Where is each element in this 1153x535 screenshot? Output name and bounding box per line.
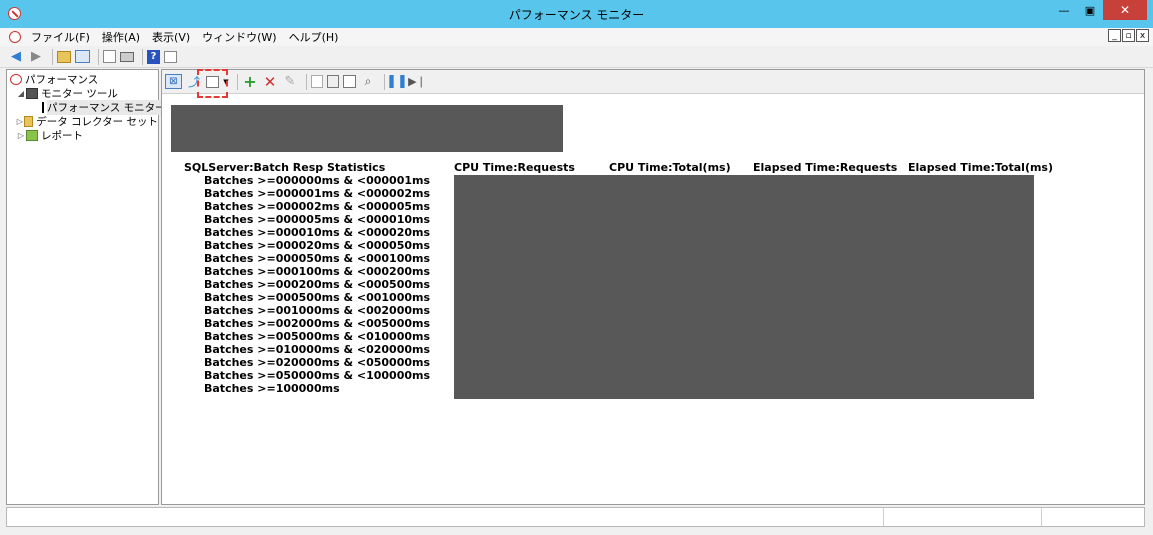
- toolbar-separator: [142, 48, 143, 65]
- monitor-tools-icon: [26, 87, 38, 99]
- instance-row[interactable]: Batches >=000050ms & <000100ms: [204, 252, 430, 265]
- menu-action[interactable]: 操作(A): [96, 29, 146, 45]
- tree-item-performance[interactable]: パフォーマンス: [7, 72, 158, 86]
- instance-row[interactable]: Batches >=000200ms & <000500ms: [204, 278, 430, 291]
- up-folder-icon[interactable]: [57, 50, 71, 63]
- window-title: パフォーマンス モニター: [508, 8, 645, 22]
- properties-icon[interactable]: [343, 75, 356, 88]
- copy-properties-icon[interactable]: [311, 75, 323, 88]
- paste-counter-list-icon[interactable]: [327, 75, 339, 88]
- performance-monitor-pane: ⊠ ⤴ ▼ + ✕ ✎ ⌕ ❚❚ ▶❘ SQLServer:Batch Resp…: [161, 69, 1145, 505]
- status-divider: [1041, 508, 1042, 526]
- properties-icon[interactable]: [103, 50, 116, 63]
- toolbar-separator: [237, 73, 238, 90]
- instance-row[interactable]: Batches >=000500ms & <001000ms: [204, 291, 430, 304]
- export-list-icon[interactable]: [120, 51, 134, 62]
- tree-item-label: レポート: [41, 129, 83, 142]
- child-close-button[interactable]: x: [1136, 29, 1149, 42]
- tree-item-reports[interactable]: ▷ レポート: [7, 128, 158, 142]
- instance-row[interactable]: Batches >=000005ms & <000010ms: [204, 213, 430, 226]
- monitor-toolbar: ⊠ ⤴ ▼ + ✕ ✎ ⌕ ❚❚ ▶❘: [162, 69, 1144, 98]
- view-current-activity-icon[interactable]: ⊠: [165, 74, 182, 89]
- window-controls: — ▣ ✕: [1051, 0, 1147, 21]
- tree-item-label: パフォーマンス モニター: [47, 99, 166, 115]
- expand-arrow-icon[interactable]: ▷: [16, 131, 26, 140]
- menu-window[interactable]: ウィンドウ(W): [196, 29, 282, 45]
- column-header-elapsed-requests: Elapsed Time:Requests: [753, 161, 898, 174]
- back-arrow-icon[interactable]: ◀: [8, 49, 24, 65]
- toolbar-separator: [98, 48, 99, 65]
- data-collector-set-icon: [23, 115, 34, 127]
- child-minimize-button[interactable]: _: [1108, 29, 1121, 42]
- console-tree: パフォーマンス ◢ モニター ツール パフォーマンス モニター ▷ データ コレ…: [6, 69, 166, 505]
- toolbar-separator: [52, 48, 53, 65]
- minimize-button[interactable]: —: [1051, 0, 1077, 20]
- show-hide-console-tree-icon[interactable]: [75, 50, 90, 63]
- zoom-icon[interactable]: ⌕: [360, 74, 376, 90]
- instance-row[interactable]: Batches >=050000ms & <100000ms: [204, 369, 430, 382]
- column-header-elapsed-total: Elapsed Time:Total(ms): [908, 161, 1054, 174]
- menu-help[interactable]: ヘルプ(H): [283, 29, 345, 45]
- collapse-arrow-icon[interactable]: ◢: [16, 89, 26, 98]
- add-counter-icon[interactable]: +: [242, 72, 258, 91]
- reports-icon: [26, 129, 38, 141]
- forward-arrow-icon[interactable]: ▶: [28, 49, 44, 65]
- performance-icon: [10, 73, 22, 85]
- menu-view[interactable]: 表示(V): [146, 29, 196, 45]
- update-data-icon[interactable]: ▶❘: [408, 74, 426, 90]
- show-hide-action-pane-icon[interactable]: [164, 50, 177, 63]
- toolbar-separator: [384, 73, 385, 90]
- child-window-controls: _ ▫ x: [1108, 29, 1149, 42]
- instance-row[interactable]: Batches >=002000ms & <005000ms: [204, 317, 430, 330]
- instance-row[interactable]: Batches >=010000ms & <020000ms: [204, 343, 430, 356]
- child-restore-button[interactable]: ▫: [1122, 29, 1135, 42]
- redacted-values-region: [454, 175, 1034, 399]
- highlight-pen-icon[interactable]: ✎: [282, 74, 298, 90]
- tree-item-label: データ コレクター セット: [36, 115, 158, 128]
- tree-item-monitor-tools[interactable]: ◢ モニター ツール: [7, 86, 158, 100]
- title-bar[interactable]: パフォーマンス モニター — ▣ ✕: [0, 0, 1153, 28]
- expand-arrow-icon[interactable]: ▷: [16, 117, 24, 126]
- help-icon[interactable]: ?: [147, 49, 160, 64]
- highlight-box: [197, 69, 228, 98]
- instance-row[interactable]: Batches >=000100ms & <000200ms: [204, 265, 430, 278]
- column-header-cpu-requests: CPU Time:Requests: [454, 161, 575, 174]
- mmc-system-menu-icon[interactable]: [9, 31, 21, 43]
- counter-object-name: SQLServer:Batch Resp Statistics: [184, 161, 386, 174]
- freeze-display-icon[interactable]: ❚❚: [386, 74, 408, 90]
- main-toolbar: ◀ ▶ ?: [0, 46, 1153, 68]
- menu-file[interactable]: ファイル(F): [25, 29, 96, 45]
- restore-button[interactable]: ▣: [1077, 0, 1103, 20]
- tree-item-label: パフォーマンス: [25, 73, 99, 86]
- instance-row[interactable]: Batches >=020000ms & <050000ms: [204, 356, 430, 369]
- performance-monitor-graph-icon: [42, 101, 44, 113]
- perfmon-window: パフォーマンス モニター — ▣ ✕ ファイル(F) 操作(A) 表示(V) ウ…: [0, 0, 1153, 535]
- delete-counter-icon[interactable]: ✕: [262, 73, 278, 91]
- instance-row[interactable]: Batches >=000002ms & <000005ms: [204, 200, 430, 213]
- redacted-region: [171, 105, 563, 152]
- close-button[interactable]: ✕: [1103, 0, 1147, 20]
- instance-row[interactable]: Batches >=001000ms & <002000ms: [204, 304, 430, 317]
- instance-row[interactable]: Batches >=000020ms & <000050ms: [204, 239, 430, 252]
- instance-row[interactable]: Batches >=100000ms: [204, 382, 430, 395]
- status-divider: [883, 508, 884, 526]
- instance-row[interactable]: Batches >=000000ms & <000001ms: [204, 174, 430, 187]
- instance-list: Batches >=000000ms & <000001ms Batches >…: [204, 174, 430, 395]
- column-header-cpu-total: CPU Time:Total(ms): [609, 161, 731, 174]
- instance-row[interactable]: Batches >=005000ms & <010000ms: [204, 330, 430, 343]
- instance-row[interactable]: Batches >=000010ms & <000020ms: [204, 226, 430, 239]
- toolbar-separator: [306, 73, 307, 90]
- tree-item-label: モニター ツール: [41, 87, 118, 100]
- tree-item-performance-monitor[interactable]: パフォーマンス モニター: [7, 99, 166, 115]
- menu-bar: ファイル(F) 操作(A) 表示(V) ウィンドウ(W) ヘルプ(H): [0, 28, 1153, 46]
- instance-row[interactable]: Batches >=000001ms & <000002ms: [204, 187, 430, 200]
- status-bar: [6, 507, 1145, 527]
- tree-item-data-collector-sets[interactable]: ▷ データ コレクター セット: [7, 114, 158, 128]
